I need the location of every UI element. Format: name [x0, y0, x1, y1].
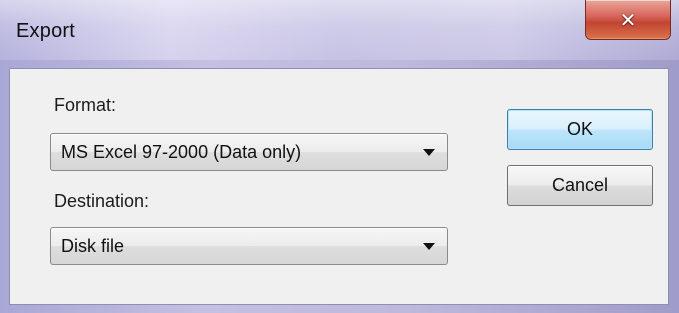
export-dialog: Export ✕ Format: MS Excel 97-2000 (Data … [0, 0, 679, 313]
destination-label: Destination: [54, 191, 150, 211]
chevron-down-icon [423, 149, 435, 156]
dialog-body: Format: MS Excel 97-2000 (Data only) Des… [9, 68, 669, 305]
destination-select[interactable]: Disk file [50, 227, 448, 265]
ok-button[interactable]: OK [507, 109, 653, 150]
close-button[interactable]: ✕ [585, 0, 671, 40]
format-label: Format: [54, 95, 117, 115]
format-select-value: MS Excel 97-2000 (Data only) [61, 142, 302, 162]
format-select[interactable]: MS Excel 97-2000 (Data only) [50, 133, 448, 171]
cancel-button[interactable]: Cancel [507, 165, 653, 206]
close-icon: ✕ [619, 7, 637, 32]
destination-select-value: Disk file [61, 236, 125, 256]
chevron-down-icon [423, 243, 435, 250]
window-title: Export [16, 20, 76, 42]
title-bar[interactable]: Export ✕ [0, 0, 679, 60]
